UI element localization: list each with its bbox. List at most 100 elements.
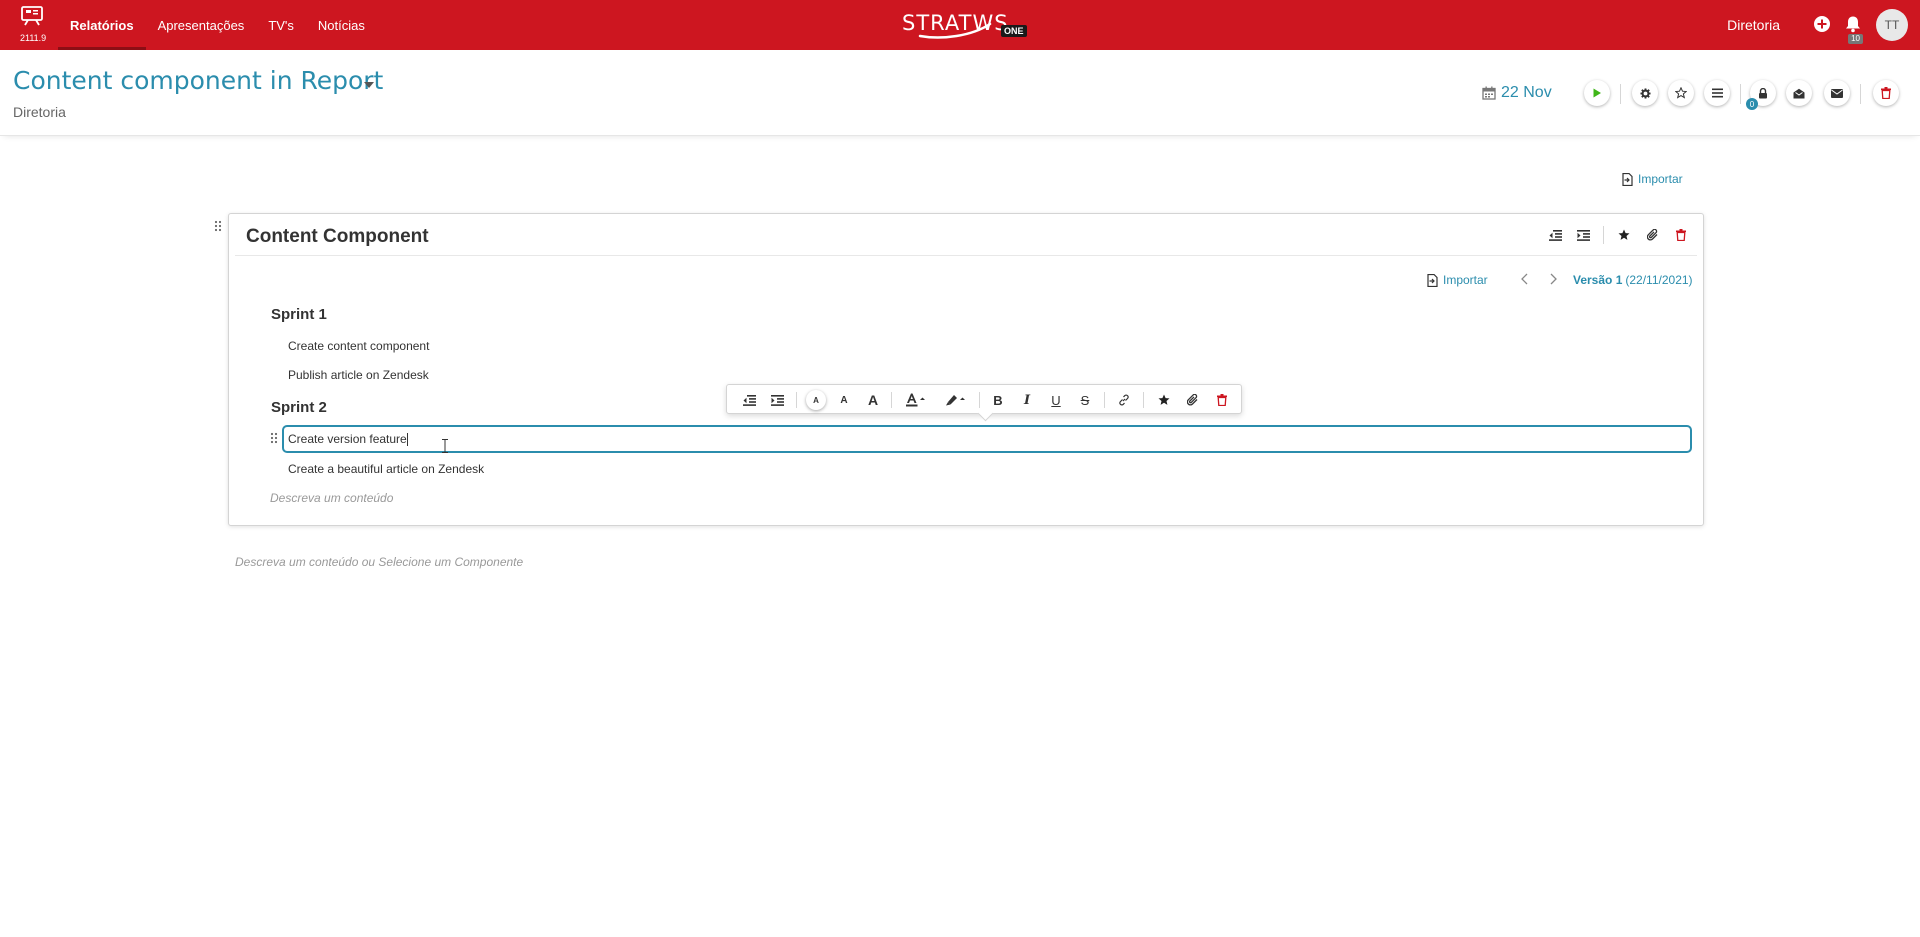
brand-logo[interactable]: STRATWS ONE [902,10,1032,40]
nav-item-apresentacoes[interactable]: Apresentações [146,0,257,50]
file-import-icon [1622,172,1633,186]
text-format-toolbar: A A A B I U S [726,384,1242,414]
list-item[interactable]: Create a beautiful article on Zendesk [288,462,484,476]
star-button[interactable] [1616,227,1632,243]
content-placeholder[interactable]: Descreva um conteúdo [270,491,393,505]
file-import-icon [1427,273,1438,287]
font-color-button[interactable] [903,390,931,410]
calendar-icon [1482,86,1496,100]
font-size-medium-button[interactable]: A [834,390,854,410]
edit-field-text: Create version feature [288,432,407,446]
org-selector[interactable]: Diretoria [1727,17,1780,33]
section-heading[interactable]: Sprint 1 [271,306,327,323]
font-size-large-button[interactable]: A [863,390,883,410]
bell-icon[interactable] [1844,15,1862,33]
component-import-button[interactable]: Importar [1427,273,1488,287]
date-selector[interactable]: 22 Nov [1482,84,1552,102]
toolbar-separator [796,392,797,408]
page-title[interactable]: Content component in Report [13,66,383,95]
lock-button[interactable]: 0 [1746,80,1776,110]
play-icon [1593,88,1601,98]
header-separator [1740,84,1741,104]
component-import-label: Importar [1443,273,1488,287]
component-title: Content Component [246,226,429,247]
toolbar-attach-button[interactable] [1183,390,1203,410]
avatar[interactable]: TT [1876,9,1908,41]
favorite-button[interactable] [1668,80,1694,106]
star-outline-icon [1675,87,1687,99]
menu-button[interactable] [1704,80,1730,106]
text-caret [406,433,408,447]
brand-suffix: ONE [1001,25,1027,37]
nav-item-tvs[interactable]: TV's [256,0,306,50]
nav-item-noticias[interactable]: Notícias [306,0,377,50]
star-icon [1158,394,1170,405]
card-divider [235,255,1697,256]
bold-button[interactable]: B [988,390,1008,410]
app-logo[interactable]: 2111.9 [20,6,46,44]
attach-button[interactable] [1645,227,1661,243]
top-navbar: 2111.9 Relatórios Apresentações TV's Not… [0,0,1920,50]
caret-down-icon[interactable] [364,82,374,88]
email-button[interactable] [1824,80,1850,106]
outdent-button[interactable] [1547,227,1563,243]
settings-button[interactable] [1632,80,1658,106]
toolbar-indent-button[interactable] [767,390,787,410]
chevron-right-icon[interactable] [1546,272,1560,286]
trash-icon [1676,229,1686,241]
envelope-open-button[interactable] [1786,80,1812,106]
highlight-color-button[interactable] [943,390,971,410]
section-heading[interactable]: Sprint 2 [271,399,327,416]
toolbar-outdent-button[interactable] [739,390,759,410]
delete-component-button[interactable] [1673,227,1689,243]
drag-handle-icon[interactable] [270,432,278,444]
version-label: Versão 1 [1573,273,1623,287]
toolbar-delete-button[interactable] [1212,390,1232,410]
gear-icon [1639,87,1651,99]
card-tools-separator [1603,226,1604,244]
list-icon [1711,88,1723,98]
font-size-small-button[interactable]: A [806,390,826,410]
delete-report-button[interactable] [1873,80,1899,106]
version-selector[interactable]: Versão 1 (22/11/2021) [1573,273,1693,287]
outdent-icon [742,394,756,406]
star-icon [1618,229,1630,240]
indent-button[interactable] [1575,227,1591,243]
paperclip-icon [1187,394,1198,406]
chevron-left-icon[interactable] [1518,272,1532,286]
presentation-board-icon [21,6,43,26]
lock-count-badge: 0 [1746,98,1758,110]
toolbar-separator [1143,392,1144,408]
trash-icon [1217,394,1227,406]
paperclip-icon [1647,229,1658,241]
lock-icon [1759,87,1767,98]
report-header: Content component in Report Diretoria 22… [0,50,1920,136]
header-separator [1620,84,1621,104]
add-circle-icon[interactable] [1813,15,1831,33]
highlighter-icon [946,395,965,406]
toolbar-star-button[interactable] [1154,390,1174,410]
list-item[interactable]: Create content component [288,339,429,353]
main-nav: Relatórios Apresentações TV's Notícias [58,0,377,50]
strikethrough-button[interactable]: S [1075,390,1095,410]
indent-icon [770,394,784,406]
content-edit-field[interactable]: Create version feature [282,425,1692,453]
underline-button[interactable]: U [1046,390,1066,410]
toolbar-separator [979,392,980,408]
font-color-icon [906,393,925,407]
toolbar-separator [1104,392,1105,408]
envelope-icon [1831,88,1843,98]
italic-button[interactable]: I [1017,390,1037,410]
toolbar-separator [891,392,892,408]
add-content-placeholder[interactable]: Descreva um conteúdo ou Selecione um Com… [235,555,523,569]
play-button[interactable] [1584,80,1610,106]
import-button[interactable]: Importar [1622,172,1683,186]
link-button[interactable] [1114,390,1134,410]
link-icon [1119,394,1129,406]
notification-count-badge: 10 [1848,34,1863,44]
nav-item-relatorios[interactable]: Relatórios [58,0,146,50]
drag-handle-icon[interactable] [214,220,222,232]
content-component-card: Content Component Importar Versão 1 (22/… [228,213,1704,526]
list-item[interactable]: Publish article on Zendesk [288,368,429,382]
indent-icon [1576,229,1590,241]
